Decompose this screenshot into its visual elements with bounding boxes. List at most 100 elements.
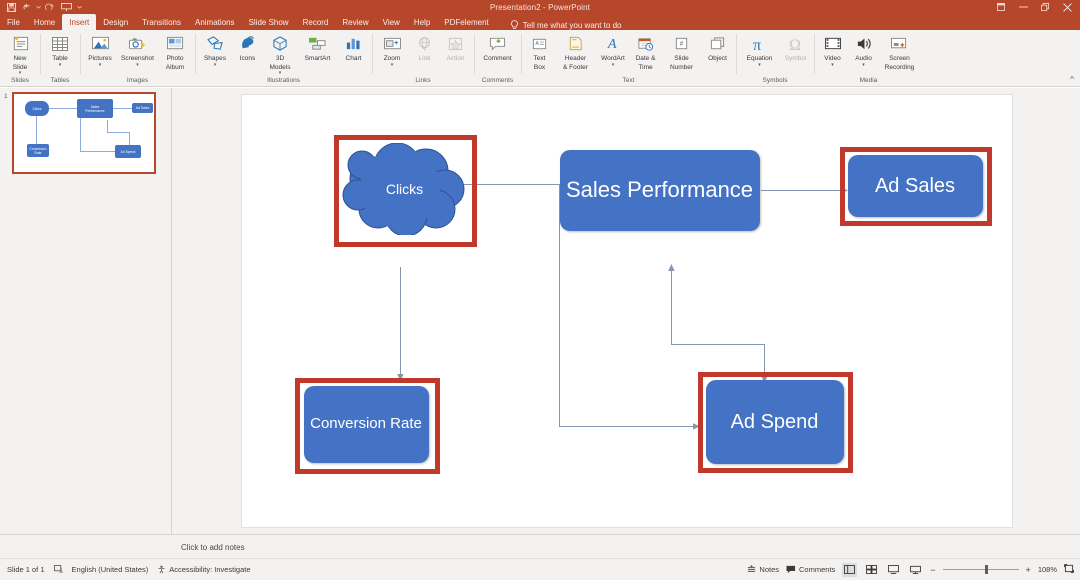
shape-sales-performance[interactable]: Sales Performance — [559, 150, 760, 231]
action-button: Action — [440, 32, 471, 63]
svg-text:A: A — [535, 40, 539, 46]
svg-text:π: π — [753, 37, 761, 53]
ribbon-group-illustrations: Shapes ▾ Icons 3D Models ▾ SmartArt Char… — [195, 30, 372, 86]
chevron-down-icon[interactable]: ▾ — [831, 62, 834, 68]
slide-canvas[interactable]: Clicks Sales Performance Ad Sales Conver… — [240, 94, 1013, 528]
table-button[interactable]: Table ▾ — [43, 32, 77, 68]
pictures-button[interactable]: Pictures ▾ — [83, 32, 117, 68]
chevron-down-icon[interactable]: ▾ — [59, 62, 62, 68]
tab-file[interactable]: File — [0, 14, 27, 30]
collapse-ribbon-button[interactable]: ^ — [1070, 75, 1074, 84]
screen-recording-label-1: Screen — [889, 55, 910, 62]
notes-placeholder: Click to add notes — [181, 543, 245, 552]
thumbnail-shape-conversion-rate: Conversion Rate — [27, 144, 49, 157]
slide-show-view-button[interactable] — [908, 563, 923, 577]
wordart-icon: A — [605, 33, 622, 54]
header-footer-button[interactable]: Header & Footer — [555, 32, 596, 71]
object-button[interactable]: Object — [702, 32, 733, 63]
link-label: Link — [418, 55, 431, 62]
new-slide-button[interactable]: New Slide ▾ — [3, 32, 37, 76]
icons-button[interactable]: Icons — [232, 32, 263, 63]
comment-button[interactable]: Comment — [477, 32, 518, 63]
text-box-icon: A — [531, 33, 548, 54]
chart-button[interactable]: Chart — [338, 32, 369, 63]
3d-models-button[interactable]: 3D Models ▾ — [263, 32, 297, 76]
slide-thumbnail-pane: 1 Clicks Sales Performance Ad Sales Conve… — [0, 88, 172, 534]
language-label[interactable]: English (United States) — [72, 565, 149, 574]
date-time-button[interactable]: Date & Time — [630, 32, 661, 71]
window-controls — [990, 0, 1078, 14]
shape-ad-spend[interactable]: Ad Spend — [705, 380, 844, 464]
restore-button[interactable] — [1034, 0, 1056, 14]
zoom-slider-thumb[interactable] — [984, 565, 988, 574]
slide-sorter-view-button[interactable] — [864, 563, 879, 577]
shape-ad-sales[interactable]: Ad Sales — [847, 155, 983, 217]
slide-number-button[interactable]: # Slide Number — [661, 32, 702, 71]
text-box-label-1: Text — [533, 55, 546, 62]
zoom-slider[interactable] — [942, 565, 1019, 574]
comments-button[interactable]: Comments — [786, 565, 835, 574]
shape-conversion-rate[interactable]: Conversion Rate — [303, 386, 429, 463]
zoom-level-label[interactable]: 108% — [1038, 565, 1057, 574]
photo-album-button[interactable]: Photo Album — [158, 32, 192, 71]
smartart-button[interactable]: SmartArt — [297, 32, 338, 63]
tab-review[interactable]: Review — [335, 14, 375, 30]
chevron-down-icon[interactable]: ▾ — [391, 62, 394, 68]
video-button[interactable]: Video ▾ — [817, 32, 848, 68]
text-box-button[interactable]: A Text Box — [524, 32, 555, 71]
zoom-out-button[interactable]: − — [930, 565, 935, 575]
close-button[interactable] — [1056, 0, 1078, 14]
chevron-down-icon[interactable]: ▾ — [136, 62, 139, 68]
tab-insert[interactable]: Insert — [62, 14, 97, 30]
zoom-in-button[interactable]: + — [1026, 565, 1031, 575]
notes-pane[interactable]: Click to add notes — [0, 534, 1080, 558]
video-icon — [824, 33, 842, 54]
reading-view-button[interactable] — [886, 563, 901, 577]
ribbon-display-options-button[interactable] — [990, 0, 1012, 14]
tab-transitions[interactable]: Transitions — [135, 14, 188, 30]
shape-label-conversion-rate: Conversion Rate — [310, 415, 422, 433]
notes-button[interactable]: Notes — [747, 565, 779, 574]
wordart-button[interactable]: A WordArt ▾ — [596, 32, 630, 68]
minimize-button[interactable] — [1012, 0, 1034, 14]
date-time-label-1: Date & — [635, 55, 656, 62]
tab-help[interactable]: Help — [407, 14, 437, 30]
comments-icon — [786, 565, 796, 574]
chevron-down-icon[interactable]: ▾ — [99, 62, 102, 68]
tab-view[interactable]: View — [376, 14, 407, 30]
tab-slide-show[interactable]: Slide Show — [242, 14, 296, 30]
tab-design[interactable]: Design — [96, 14, 135, 30]
shape-clicks[interactable]: Clicks — [340, 142, 470, 237]
chevron-down-icon[interactable]: ▾ — [19, 71, 22, 76]
normal-view-button[interactable] — [842, 562, 858, 577]
slide-thumbnail-1[interactable]: Clicks Sales Performance Ad Sales Convers… — [12, 92, 156, 174]
title-bar: Presentation2 - PowerPoint — [0, 0, 1080, 14]
equation-icon: π — [751, 33, 769, 54]
audio-button[interactable]: Audio ▾ — [848, 32, 879, 68]
equation-button[interactable]: π Equation ▾ — [739, 32, 780, 68]
chevron-down-icon[interactable]: ▾ — [279, 71, 282, 76]
chevron-down-icon[interactable]: ▾ — [612, 62, 615, 68]
chevron-down-icon[interactable]: ▾ — [758, 62, 761, 68]
chart-icon — [345, 33, 362, 54]
accessibility-label: Accessibility: Investigate — [169, 565, 251, 574]
header-footer-icon — [567, 33, 584, 54]
screen-recording-button[interactable]: Screen Recording — [879, 32, 920, 71]
accessibility-status[interactable]: Accessibility: Investigate — [157, 565, 251, 574]
screenshot-button[interactable]: Screenshot ▾ — [117, 32, 158, 68]
tab-animations[interactable]: Animations — [188, 14, 242, 30]
smartart-label: SmartArt — [304, 55, 331, 62]
fit-slide-to-window-button[interactable] — [1064, 564, 1074, 575]
tab-pdfelement[interactable]: PDFelement — [437, 14, 495, 30]
svg-text:#: # — [680, 40, 684, 47]
tab-home[interactable]: Home — [27, 14, 62, 30]
shapes-button[interactable]: Shapes ▾ — [198, 32, 232, 68]
tell-me-search[interactable]: Tell me what you want to do — [510, 20, 621, 30]
object-label: Object — [708, 55, 727, 62]
zoom-button[interactable]: Zoom ▾ — [375, 32, 409, 68]
chevron-down-icon[interactable]: ▾ — [214, 62, 217, 68]
date-time-label-2: Time — [638, 63, 653, 71]
tab-record[interactable]: Record — [296, 14, 336, 30]
slide-layout-icon[interactable] — [53, 564, 63, 575]
chevron-down-icon[interactable]: ▾ — [862, 62, 865, 68]
